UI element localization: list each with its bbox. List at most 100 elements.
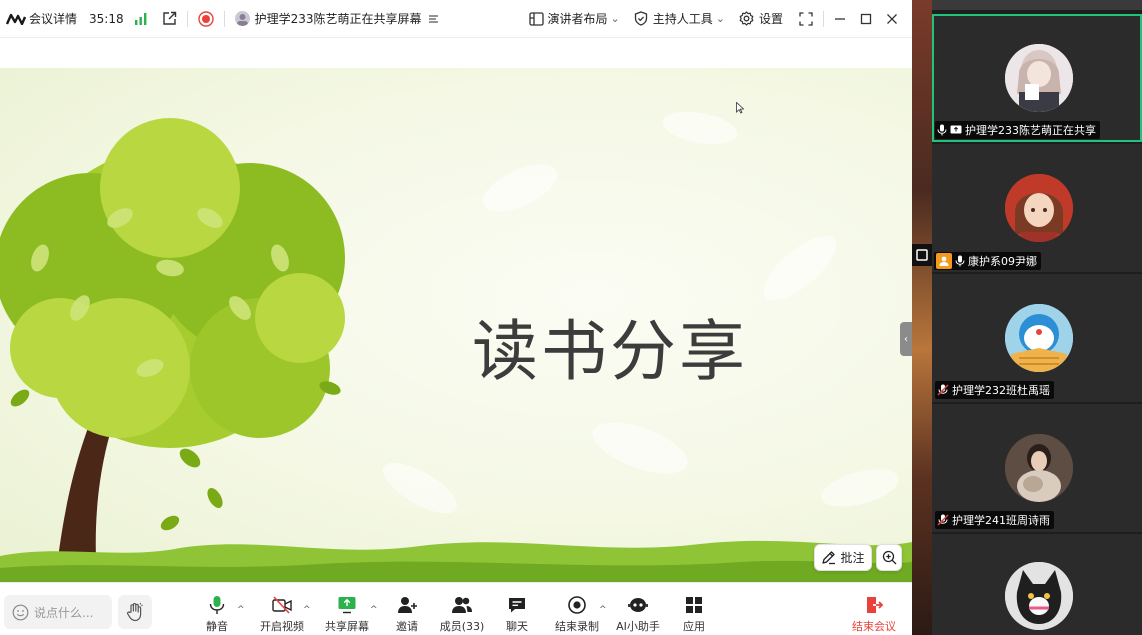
- user-badge-icon: [936, 253, 952, 269]
- participant-tile[interactable]: 康护系09尹娜: [932, 144, 1142, 272]
- chat-placeholder: 说点什么...: [34, 605, 94, 620]
- microphone-icon: [208, 595, 226, 615]
- start-video-button[interactable]: 开启视频: [254, 595, 310, 634]
- window-control-square[interactable]: [912, 244, 932, 266]
- microphone-muted-icon: [937, 514, 949, 526]
- divider: [823, 10, 824, 27]
- meeting-details-label: 会议详情: [29, 12, 78, 26]
- participant-nameplate: 护理学233陈艺萌正在共享: [935, 121, 1100, 139]
- speaker-layout-label: 演讲者布局: [547, 12, 608, 26]
- layout-icon: [528, 11, 544, 26]
- host-tools-label: 主持人工具: [652, 12, 713, 26]
- microphone-icon: [937, 124, 947, 136]
- stop-recording-button[interactable]: 结束录制: [549, 595, 605, 634]
- meeting-app: 会议详情 35:18 护理学233陈艺萌正在共享屏幕 演讲者布局 ⌄ 主持人工具…: [0, 0, 1142, 635]
- share-screen-icon: [337, 595, 357, 615]
- chat-input[interactable]: 说点什么...: [4, 595, 112, 629]
- gear-icon: [739, 11, 754, 26]
- participant-avatar: [1005, 562, 1073, 630]
- participant-name: 康护系09尹娜: [968, 255, 1037, 268]
- screen-share-icon: [950, 125, 962, 136]
- invite-label: 邀请: [396, 620, 418, 633]
- fullscreen-icon[interactable]: [799, 11, 813, 26]
- sharer-avatar: [234, 11, 250, 26]
- divider: [223, 10, 225, 27]
- ai-assistant-label: AI小助手: [616, 620, 660, 633]
- hand-icon: [126, 602, 144, 622]
- chat-button[interactable]: 聊天: [489, 595, 545, 634]
- share-screen-label: 共享屏幕: [325, 620, 369, 633]
- ai-assistant-icon: [627, 595, 649, 615]
- sharing-text: 护理学233陈艺萌正在共享屏幕: [254, 12, 422, 26]
- zoom-in-icon: [882, 550, 897, 565]
- annotate-button[interactable]: 批注: [814, 544, 872, 571]
- app-logo-icon: [6, 13, 26, 25]
- meeting-details-button[interactable]: 会议详情: [6, 0, 77, 38]
- apps-grid-icon: [684, 595, 704, 615]
- participant-tile[interactable]: 护理学233陈艺萌正在共享: [932, 14, 1142, 142]
- apps-label: 应用: [683, 620, 705, 633]
- video-options-chevron-icon[interactable]: ^: [303, 605, 311, 615]
- participant-avatar: [1005, 304, 1073, 372]
- participant-avatar: [1005, 174, 1073, 242]
- chevron-down-icon: ⌄: [610, 12, 620, 25]
- bottom-toolbar: 说点什么... 静音 ^ 开启视频 ^ 共享屏幕 ^ 邀请 成员(33) 聊天 …: [0, 582, 912, 635]
- maximize-icon[interactable]: [860, 13, 872, 25]
- microphone-muted-icon: [937, 384, 949, 396]
- emoji-icon: [12, 604, 29, 621]
- close-icon[interactable]: [886, 13, 898, 25]
- participant-nameplate: 护理学241班周诗雨: [935, 511, 1054, 529]
- start-video-label: 开启视频: [260, 620, 304, 633]
- collapse-panel-tab[interactable]: ‹: [900, 322, 912, 356]
- open-external-icon[interactable]: [162, 11, 177, 26]
- tree-illustration: [0, 111, 912, 582]
- microphone-icon: [955, 255, 965, 267]
- chevron-left-icon: ‹: [904, 333, 908, 345]
- stop-record-icon: [567, 595, 587, 615]
- zoom-button[interactable]: [876, 544, 902, 571]
- list-icon: [428, 14, 439, 24]
- add-user-icon: [397, 595, 418, 615]
- divider: [186, 10, 188, 27]
- end-meeting-label: 结束会议: [852, 620, 896, 633]
- invite-button[interactable]: 邀请: [379, 595, 435, 634]
- participant-nameplate: 康护系09尹娜: [934, 252, 1041, 270]
- desktop-background-strip: [912, 0, 932, 635]
- sharing-status[interactable]: 护理学233陈艺萌正在共享屏幕: [234, 0, 439, 38]
- participant-tile[interactable]: 护理学232班杜禹瑶: [932, 274, 1142, 402]
- participant-panel: 护理学233陈艺萌正在共享 康护系09尹娜 护理学232班杜禹瑶 护理学241班…: [912, 0, 1142, 635]
- raise-hand-button[interactable]: [118, 595, 152, 629]
- minimize-icon[interactable]: [834, 13, 846, 25]
- participant-tile[interactable]: [932, 534, 1142, 635]
- slide-title: 读书分享: [472, 313, 748, 390]
- chat-icon: [507, 595, 527, 615]
- meeting-timer: 35:18: [89, 11, 124, 26]
- video-off-icon: [271, 595, 293, 615]
- chevron-down-icon: ⌄: [715, 12, 725, 25]
- speaker-layout-button[interactable]: 演讲者布局 ⌄: [528, 0, 620, 38]
- chat-label: 聊天: [506, 620, 528, 633]
- annotate-label: 批注: [840, 551, 865, 565]
- participant-avatar: [1005, 44, 1073, 112]
- participant-avatar: [1005, 434, 1073, 502]
- mute-label: 静音: [206, 620, 228, 633]
- participant-nameplate: 护理学232班杜禹瑶: [935, 381, 1054, 399]
- mute-options-chevron-icon[interactable]: ^: [237, 605, 245, 615]
- apps-button[interactable]: 应用: [666, 595, 722, 634]
- host-tools-button[interactable]: 主持人工具 ⌄: [634, 0, 725, 38]
- record-icon[interactable]: [197, 10, 214, 27]
- ai-assistant-button[interactable]: AI小助手: [610, 595, 666, 634]
- share-screen-button[interactable]: 共享屏幕: [319, 595, 375, 634]
- end-meeting-button[interactable]: 结束会议: [846, 595, 902, 634]
- signal-icon: [134, 12, 148, 25]
- participant-name: 护理学241班周诗雨: [952, 514, 1050, 527]
- mouse-pointer-icon: [736, 99, 745, 118]
- members-button[interactable]: 成员(33): [434, 595, 490, 634]
- members-icon: [451, 595, 473, 615]
- record-options-chevron-icon[interactable]: ^: [599, 605, 607, 615]
- share-options-chevron-icon[interactable]: ^: [370, 605, 378, 615]
- pencil-icon: [821, 550, 836, 565]
- participant-tile[interactable]: 护理学241班周诗雨: [932, 404, 1142, 532]
- participant-name: 护理学232班杜禹瑶: [952, 384, 1050, 397]
- settings-button[interactable]: 设置: [739, 0, 783, 38]
